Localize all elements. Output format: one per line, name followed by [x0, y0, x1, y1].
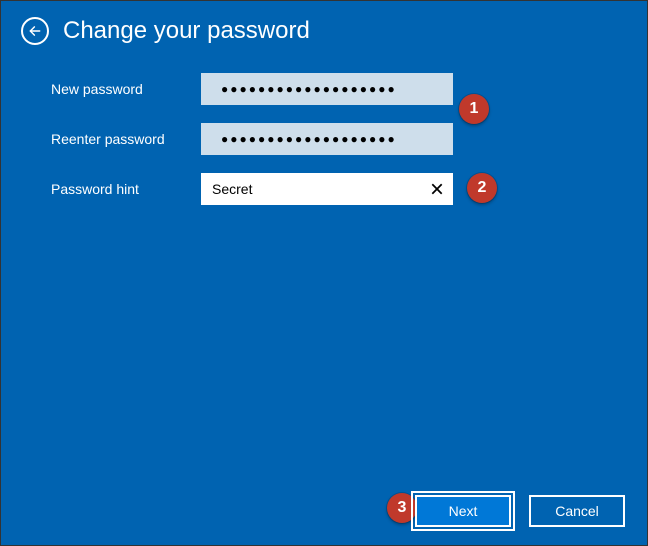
reenter-password-label: Reenter password [51, 131, 201, 147]
new-password-field[interactable]: ●●●●●●●●●●●●●●●●●●● [201, 73, 453, 105]
annotation-badge-3: 3 [387, 493, 417, 523]
next-button[interactable]: Next [415, 495, 511, 527]
annotation-badge-1: 1 [459, 94, 489, 124]
password-hint-field-wrap [201, 173, 453, 205]
arrow-left-icon [28, 24, 42, 38]
password-hint-field[interactable] [202, 174, 422, 204]
page-title: Change your password [63, 17, 310, 45]
cancel-button[interactable]: Cancel [529, 495, 625, 527]
reenter-password-field[interactable]: ●●●●●●●●●●●●●●●●●●● [201, 123, 453, 155]
password-mask: ●●●●●●●●●●●●●●●●●●● [211, 123, 443, 155]
password-mask: ●●●●●●●●●●●●●●●●●●● [211, 73, 443, 105]
annotation-badge-2: 2 [467, 173, 497, 203]
clear-hint-button[interactable] [422, 174, 452, 204]
back-button[interactable] [21, 17, 49, 45]
new-password-label: New password [51, 81, 201, 97]
password-hint-label: Password hint [51, 181, 201, 197]
close-icon [430, 182, 444, 196]
